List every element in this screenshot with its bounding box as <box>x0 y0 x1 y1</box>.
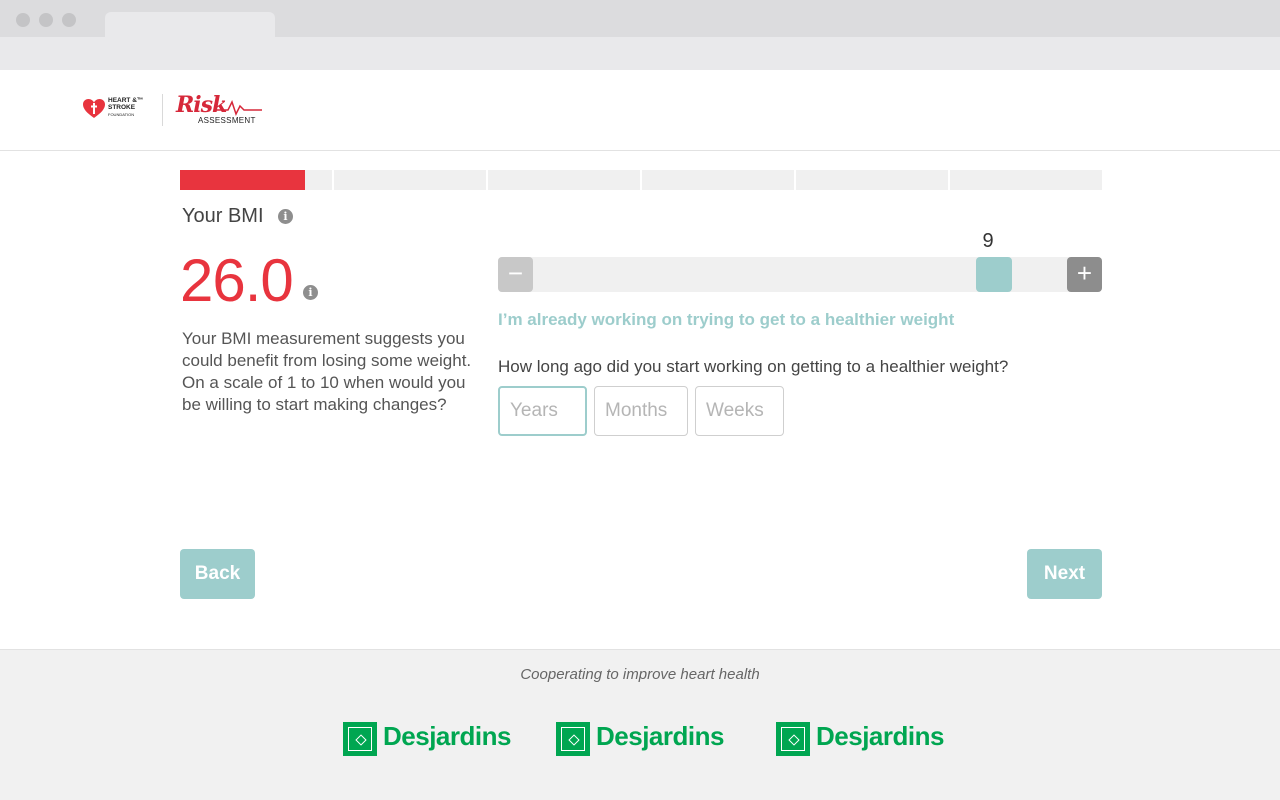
window-close-button[interactable] <box>16 13 30 27</box>
site-header: HEART &™ STROKE FOUNDATION Risk ASSESSME… <box>0 70 1280 151</box>
slider-increment-button[interactable]: + <box>1067 257 1102 292</box>
sponsor-name: Desjardins <box>383 721 511 751</box>
assessment-wordmark: ASSESSMENT <box>198 116 256 125</box>
foundation-line-2: STROKE <box>108 104 136 111</box>
desjardins-icon <box>556 722 590 756</box>
progress-bar <box>180 170 1102 190</box>
back-button[interactable]: Back <box>180 549 255 599</box>
progress-segment <box>488 170 640 190</box>
progress-segment <box>950 170 1102 190</box>
foundation-wordmark: HEART &™ STROKE FOUNDATION <box>108 97 143 118</box>
progress-fill <box>180 170 305 190</box>
progress-segment <box>334 170 486 190</box>
sponsor-name: Desjardins <box>596 721 724 751</box>
progress-segment <box>796 170 948 190</box>
slider-decrement-button[interactable]: − <box>498 257 533 292</box>
bmi-info-icon[interactable]: i <box>303 285 318 300</box>
site-footer: Cooperating to improve heart health Desj… <box>0 649 1280 800</box>
window-minimize-button[interactable] <box>39 13 53 27</box>
bmi-value: 26.0 <box>180 247 294 314</box>
window-maximize-button[interactable] <box>62 13 76 27</box>
footer-tagline: Cooperating to improve heart health <box>520 666 760 683</box>
months-input[interactable] <box>594 386 688 436</box>
heartbeat-line-icon <box>214 100 262 116</box>
duration-question: How long ago did you start working on ge… <box>498 357 1009 376</box>
logo-divider <box>162 94 163 126</box>
desjardins-icon <box>343 722 377 756</box>
foundation-line-1: HEART &™ <box>108 97 144 104</box>
heart-icon <box>83 99 105 118</box>
sponsor-name: Desjardins <box>816 721 944 751</box>
heart-and-stroke-logo[interactable]: HEART &™ STROKE FOUNDATION <box>82 97 152 123</box>
readiness-slider-thumb[interactable] <box>976 257 1012 292</box>
years-input[interactable] <box>498 386 587 436</box>
bmi-heading: Your BMI <box>182 205 264 227</box>
next-button[interactable]: Next <box>1027 549 1102 599</box>
browser-tab[interactable] <box>105 12 275 38</box>
risk-assessment-logo[interactable]: Risk ASSESSMENT <box>176 92 266 128</box>
foundation-line-3: FOUNDATION <box>108 112 135 117</box>
desjardins-icon <box>776 722 810 756</box>
info-icon[interactable]: i <box>278 209 293 224</box>
progress-segment <box>642 170 794 190</box>
bmi-description: Your BMI measurement suggests you could … <box>182 329 472 414</box>
slider-value-label: 9 <box>982 230 994 252</box>
weeks-input[interactable] <box>695 386 784 436</box>
browser-chrome <box>0 0 1280 70</box>
readiness-stage-label: I’m already working on trying to get to … <box>498 310 955 329</box>
